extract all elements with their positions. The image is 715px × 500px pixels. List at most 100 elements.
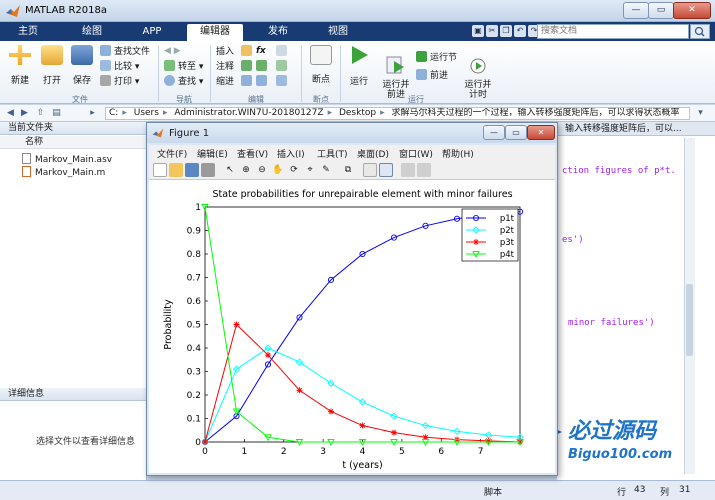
- insert-more-button[interactable]: [276, 45, 290, 58]
- scroll-thumb[interactable]: [686, 284, 693, 356]
- code-line[interactable]: ction figures of p*t.: [562, 166, 676, 176]
- name-column-label: 名称: [25, 137, 44, 147]
- file-item[interactable]: Markov_Main.asv: [22, 153, 112, 166]
- name-column-header[interactable]: 名称: [0, 136, 147, 149]
- menu-insert[interactable]: 插入(I): [277, 147, 305, 160]
- figure-canvas[interactable]: State probabilities for unrepairable ele…: [149, 180, 555, 473]
- tab-editor[interactable]: 编辑器: [187, 24, 243, 41]
- data-point-p3t: [233, 321, 240, 328]
- pan-icon[interactable]: ✋: [271, 163, 285, 177]
- figure-maximize-button[interactable]: ▭: [505, 125, 527, 140]
- tab-publish[interactable]: 发布: [258, 24, 298, 41]
- code-line[interactable]: minor failures'): [568, 318, 655, 328]
- menu-edit[interactable]: 编辑(E): [197, 147, 228, 160]
- nav-group-label: 导航: [176, 95, 192, 104]
- compare-button[interactable]: 比较 ▾: [100, 60, 139, 73]
- figure-window[interactable]: Figure 1 — ▭ ✕ 文件(F) 编辑(E) 查看(V) 插入(I) 工…: [146, 122, 558, 476]
- find-files-button[interactable]: 查找文件: [100, 45, 150, 58]
- smart-indent-button[interactable]: [256, 75, 270, 88]
- path-crumb[interactable]: Desktop: [339, 108, 376, 118]
- hide-plot-tools-icon[interactable]: [401, 163, 415, 177]
- copy-icon[interactable]: ❐: [500, 25, 512, 37]
- current-path[interactable]: C: ▸ Users ▸ Administrator.WIN7U-20180127Z…: [105, 107, 690, 120]
- path-crumb[interactable]: Administrator.WIN7U-20180127Z: [174, 108, 323, 118]
- open-button[interactable]: 打开: [38, 45, 66, 86]
- browse-folder-icon[interactable]: ▤: [50, 107, 63, 120]
- search-docs-input[interactable]: 搜索文档: [537, 24, 689, 39]
- path-menu-icon[interactable]: ▸: [86, 107, 99, 120]
- path-crumb[interactable]: Users: [134, 108, 159, 118]
- menu-view[interactable]: 查看(V): [237, 147, 268, 160]
- x-tick-label: 4: [360, 447, 366, 457]
- maximize-button[interactable]: ▭: [648, 2, 674, 19]
- figure-title-bar[interactable]: Figure 1 — ▭ ✕: [147, 123, 557, 143]
- y-tick-label: 0.5: [187, 321, 201, 331]
- run-advance-icon: [386, 56, 404, 74]
- legend-marker: [473, 239, 479, 245]
- open-file-icon[interactable]: [169, 163, 183, 177]
- file-item[interactable]: Markov_Main.m: [22, 166, 105, 179]
- up-folder-icon[interactable]: ⇧: [34, 107, 47, 120]
- compare-label: 比较: [114, 62, 133, 72]
- run-section-button[interactable]: 运行节: [416, 51, 457, 64]
- run-and-time-button[interactable]: 运行并 计时: [460, 45, 496, 110]
- link-plot-icon[interactable]: ⧉: [341, 163, 355, 177]
- minimize-button[interactable]: —: [623, 2, 649, 19]
- save-icon[interactable]: ▣: [472, 25, 484, 37]
- show-plot-tools-icon[interactable]: [417, 163, 431, 177]
- figure-minimize-button[interactable]: —: [483, 125, 505, 140]
- save-figure-icon[interactable]: [185, 163, 199, 177]
- menu-desktop[interactable]: 桌面(D): [357, 147, 389, 160]
- back-icon[interactable]: ◀: [4, 107, 17, 120]
- tab-apps[interactable]: APP: [132, 24, 172, 41]
- goto-icon: [164, 60, 175, 71]
- new-figure-icon[interactable]: [153, 163, 167, 177]
- breakpoints-button[interactable]: 断点: [305, 45, 337, 85]
- rotate-icon[interactable]: ⟳: [287, 163, 301, 177]
- brush-icon[interactable]: ✎: [319, 163, 333, 177]
- back-forward-buttons[interactable]: ◀ ▶: [164, 45, 181, 57]
- forward-icon[interactable]: ▶: [18, 107, 31, 120]
- advance-button[interactable]: 前进: [416, 69, 448, 82]
- insert-button[interactable]: 插入: [216, 45, 255, 58]
- menu-help[interactable]: 帮助(H): [442, 147, 474, 160]
- data-point-p3t: [328, 408, 334, 415]
- menu-window[interactable]: 窗口(W): [399, 147, 433, 160]
- outdent-button[interactable]: [276, 75, 290, 88]
- print-button[interactable]: 打印 ▾: [100, 75, 139, 88]
- code-line[interactable]: es'): [562, 235, 584, 245]
- path-crumb[interactable]: C:: [109, 108, 118, 118]
- search-icon[interactable]: [690, 24, 710, 39]
- menu-tools[interactable]: 工具(T): [317, 147, 348, 160]
- comment-button[interactable]: 注释: [216, 60, 255, 73]
- cut-icon[interactable]: ✂: [486, 25, 498, 37]
- path-dropdown-icon[interactable]: ▾: [694, 107, 707, 120]
- editor-tab[interactable]: 输入转移强度矩阵后，可以...: [557, 122, 715, 136]
- find-button[interactable]: 查找 ▾: [164, 75, 203, 88]
- colorbar-icon[interactable]: [363, 163, 377, 177]
- new-button[interactable]: 新建: [6, 45, 34, 86]
- indent-button[interactable]: 缩进: [216, 75, 255, 88]
- path-crumb[interactable]: 求解马尔科夫过程的一个过程，输入转移强度矩阵后，可以求得状态概率: [392, 108, 680, 118]
- pointer-icon[interactable]: ↖: [223, 163, 237, 177]
- figure-close-button[interactable]: ✕: [527, 125, 555, 140]
- tab-view[interactable]: 视图: [318, 24, 358, 41]
- print-figure-icon[interactable]: [201, 163, 215, 177]
- zoom-in-icon[interactable]: ⊕: [239, 163, 253, 177]
- goto-button[interactable]: 转至 ▾: [164, 60, 203, 73]
- tab-home[interactable]: 主页: [8, 24, 48, 41]
- undo-icon[interactable]: ↶: [514, 25, 526, 37]
- menu-file[interactable]: 文件(F): [157, 147, 187, 160]
- data-cursor-icon[interactable]: ⌖: [303, 163, 317, 177]
- percent-comment-button[interactable]: [256, 60, 270, 73]
- save-button[interactable]: 保存: [68, 45, 96, 86]
- zoom-out-icon[interactable]: ⊖: [255, 163, 269, 177]
- run-button[interactable]: 运行: [344, 45, 374, 87]
- ribbon: 新建 打开 保存 查找文件 比较 ▾ 打印 ▾ 文件 ◀ ▶ 转至 ▾ 查找 ▾…: [0, 41, 715, 104]
- legend-icon[interactable]: [379, 163, 393, 177]
- uncomment-button[interactable]: [276, 60, 290, 73]
- chart[interactable]: State probabilities for unrepairable ele…: [149, 180, 555, 473]
- tab-plots[interactable]: 绘图: [72, 24, 112, 41]
- close-button[interactable]: ✕: [673, 2, 711, 19]
- fx-button[interactable]: fx: [256, 45, 266, 57]
